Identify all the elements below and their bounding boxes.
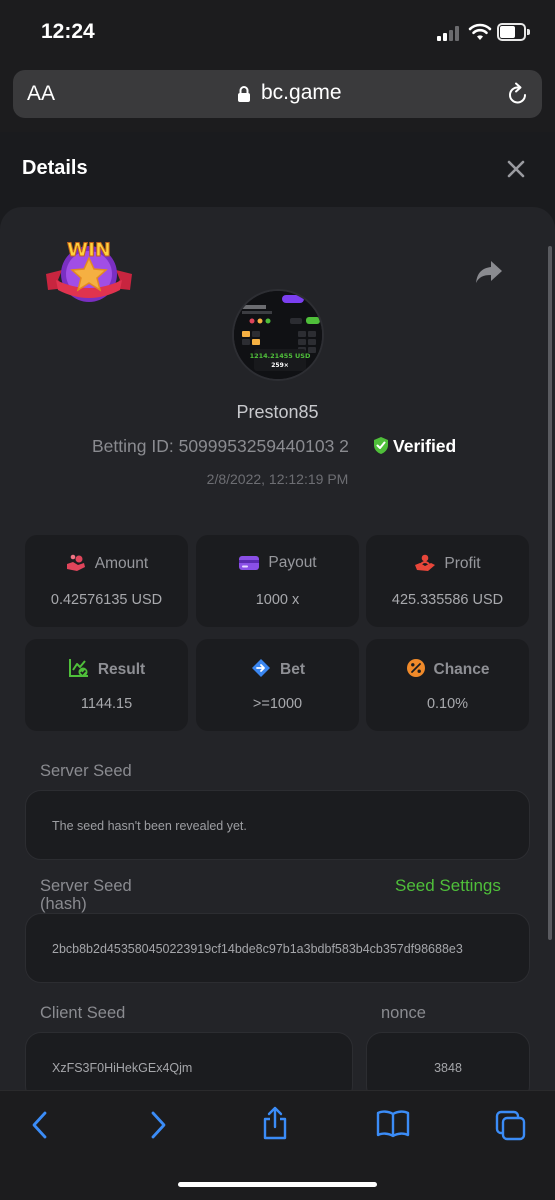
chart-check-icon [68, 659, 88, 677]
stat-card-profit: Profit 425.335586 USD [366, 535, 529, 627]
diamond-arrow-icon [252, 659, 270, 677]
nonce-label: nonce [381, 1004, 426, 1022]
username: Preston85 [236, 402, 319, 422]
scrollbar[interactable] [548, 246, 552, 940]
modal-title: Details [22, 157, 88, 179]
stat-value: 0.10% [426, 696, 469, 712]
text-size-button[interactable]: AA [27, 82, 55, 106]
stat-label: Amount [94, 555, 149, 572]
stat-label: Payout [268, 554, 317, 571]
stat-value: 425.335586 USD [391, 592, 504, 608]
betting-id-label: Betting ID: [92, 436, 174, 456]
stat-label: Bet [280, 661, 305, 678]
percent-icon [406, 659, 425, 677]
svg-text:WIN: WIN [67, 239, 111, 261]
wifi-icon [468, 23, 492, 40]
stat-card-result: Result 1144.15 [25, 639, 188, 731]
stat-value: >=1000 [252, 696, 303, 712]
back-arrow-icon[interactable] [30, 1109, 50, 1141]
tabs-icon[interactable] [495, 1110, 527, 1142]
server-seed-hash-label: Server Seed (hash) [40, 877, 132, 913]
stat-card-bet: Bet >=1000 [196, 639, 359, 731]
betting-id-value: 5099953259440103 2 [178, 436, 349, 456]
home-indicator [178, 1182, 377, 1187]
reload-icon[interactable] [507, 82, 529, 106]
seed-settings-link[interactable]: Seed Settings [395, 876, 501, 896]
server-seed-hash-value: 2bcb8b2d453580450223919cf14bde8c97b1a3bd… [52, 942, 463, 956]
share-arrow-icon[interactable] [474, 258, 504, 286]
forward-arrow-icon[interactable] [148, 1109, 168, 1141]
bookmarks-book-icon[interactable] [375, 1109, 411, 1139]
verified-label: Verified [393, 436, 457, 456]
stat-card-payout: Payout 1000 x [196, 535, 359, 627]
stat-label: Profit [444, 555, 481, 572]
hand-coins-icon [66, 554, 85, 571]
stat-label: Chance [433, 661, 490, 678]
shield-check-icon [374, 437, 388, 454]
card-icon [239, 556, 260, 570]
cellular-signal-icon [437, 25, 463, 41]
lock-icon [238, 86, 250, 102]
stat-card-amount: Amount 0.42576135 USD [25, 535, 188, 627]
stat-value: 0.42576135 USD [50, 592, 163, 608]
share-icon[interactable] [260, 1105, 290, 1141]
server-seed-field[interactable]: The seed hasn't been revealed yet. [25, 790, 530, 860]
server-seed-hash-field[interactable]: 2bcb8b2d453580450223919cf14bde8c97b1a3bd… [25, 913, 530, 983]
hand-person-icon [415, 554, 436, 571]
browser-address-area: AA bc.game [0, 64, 555, 132]
close-icon[interactable] [504, 157, 528, 181]
client-seed-label: Client Seed [40, 1004, 126, 1022]
stat-value: 1000 x [255, 592, 300, 608]
stat-label: Result [97, 661, 146, 678]
stat-card-chance: Chance 0.10% [366, 639, 529, 731]
svg-text:259×: 259× [271, 362, 289, 369]
status-bar: 12:24 [0, 0, 555, 64]
svg-text:1214.21455 USD: 1214.21455 USD [250, 352, 311, 360]
battery-icon [497, 23, 530, 41]
stat-value: 1144.15 [80, 696, 133, 712]
user-avatar: 1214.21455 USD 259× [232, 289, 324, 381]
server-seed-value: The seed hasn't been revealed yet. [52, 819, 247, 833]
game-thumbnail-image: 1214.21455 USD 259× [234, 291, 322, 379]
status-time: 12:24 [41, 20, 95, 43]
verified-badge: Verified [373, 436, 456, 457]
server-seed-label: Server Seed [40, 762, 132, 780]
address-bar[interactable]: AA bc.game [13, 70, 542, 118]
url-domain[interactable]: bc.game [261, 81, 342, 105]
win-badge-icon: WIN [46, 239, 132, 302]
betting-id: Betting ID: 5099953259440103 2 [92, 436, 349, 457]
bet-date: 2/8/2022, 12:12:19 PM [206, 471, 349, 487]
